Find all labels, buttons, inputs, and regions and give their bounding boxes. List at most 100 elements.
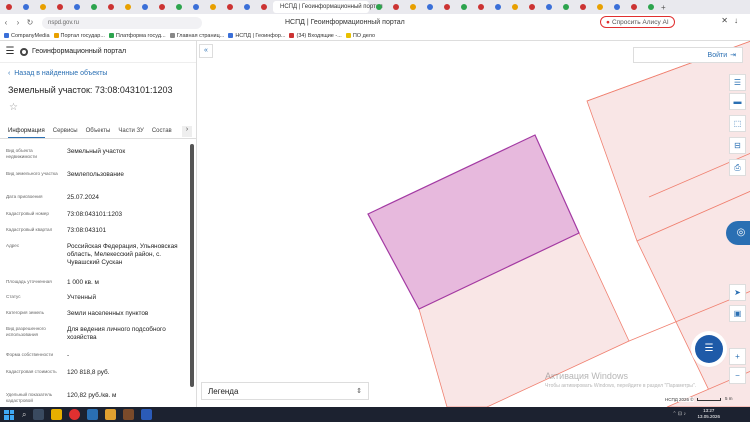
browser-tab[interactable] — [456, 1, 471, 13]
map-layers-button[interactable]: ◎ — [726, 221, 750, 245]
bookmark-icon — [289, 33, 295, 38]
bookmark-item[interactable]: Главная страниц... — [169, 33, 224, 39]
favorite-star-icon[interactable]: ☆ — [9, 102, 18, 113]
bookmark-item[interactable]: Платформа госуд... — [108, 33, 166, 39]
app-icon[interactable] — [123, 409, 135, 420]
tab-info[interactable]: Информация — [8, 125, 45, 138]
browser-tab[interactable] — [188, 1, 203, 13]
browser-tab[interactable] — [371, 1, 386, 13]
taskbar-clock[interactable]: 13:27 13.05.2026 — [697, 408, 720, 420]
map-view[interactable]: « Войти ⇥ ☰ ▬ ⬚ ⊟ ⎙ ◎ ➤ ▣ + − ☰ Активация… — [196, 41, 750, 407]
bookmark-item[interactable]: Портал государ... — [53, 33, 105, 39]
back-to-results-link[interactable]: ‹ Назад в найденные объекты — [8, 70, 107, 77]
browser-tab[interactable] — [524, 1, 539, 13]
browser-tab[interactable] — [35, 1, 50, 13]
browser-tab[interactable] — [609, 1, 624, 13]
browser-tab[interactable] — [592, 1, 607, 13]
measure-icon[interactable]: ⊟ — [729, 137, 746, 154]
url-text: nspd.gov.ru — [48, 19, 79, 26]
tab-composition[interactable]: Состав — [152, 125, 172, 138]
task-view-icon[interactable] — [33, 409, 45, 420]
geolocation-icon[interactable]: ➤ — [729, 284, 746, 301]
browser-tab[interactable] — [171, 1, 186, 13]
file-explorer-icon[interactable] — [51, 409, 63, 420]
tab-services[interactable]: Сервисы — [53, 125, 78, 138]
browser-tab[interactable] — [405, 1, 420, 13]
minimap-icon[interactable]: ▣ — [729, 305, 746, 322]
bookmark-item[interactable]: (34) Входящие -... — [289, 33, 342, 39]
start-icon[interactable] — [4, 409, 14, 420]
zoom-in-icon[interactable]: + — [729, 348, 746, 365]
new-tab-icon[interactable]: + — [661, 3, 666, 12]
panel-scrollbar[interactable] — [190, 144, 194, 387]
word-icon[interactable] — [141, 409, 153, 420]
folder-icon[interactable] — [105, 409, 117, 420]
browser-tab[interactable] — [137, 1, 152, 13]
bookmark-item[interactable]: ПО дело — [345, 33, 375, 39]
attribute-value: 1 000 кв. м — [67, 279, 99, 286]
system-tray[interactable]: ⌃ ⊡ ♪ — [672, 411, 686, 417]
tabs-scroll-right-icon[interactable]: › — [182, 126, 192, 137]
browser-tab-active[interactable]: НСПД | Геоинформационный портал — [273, 1, 383, 13]
browser-tab[interactable] — [222, 1, 237, 13]
select-area-icon[interactable]: ⬚ — [729, 115, 746, 132]
url-field[interactable]: nspd.gov.ru — [42, 16, 202, 29]
forward-arrow-icon[interactable]: › — [12, 18, 24, 27]
browser-tab[interactable] — [18, 1, 33, 13]
yandex-browser-icon[interactable] — [69, 409, 81, 420]
page-title: Земельный участок: 73:08:043101:1203 — [8, 85, 173, 95]
expand-icon: ⇕ — [356, 388, 362, 395]
collapse-panel-icon[interactable]: « — [199, 44, 213, 58]
bookmark-item[interactable]: НСПД | Геоинфор... — [228, 33, 285, 39]
layers-list-icon[interactable]: ☰ — [729, 74, 746, 91]
browser-tab[interactable] — [490, 1, 505, 13]
menu-icon[interactable]: ☰ — [0, 46, 20, 57]
browser-tab[interactable] — [86, 1, 101, 13]
back-arrow-icon[interactable]: ‹ — [0, 18, 12, 27]
object-info-panel: ‹ Назад в найденные объекты Земельный уч… — [0, 63, 196, 407]
browser-tab[interactable] — [558, 1, 573, 13]
alice-button[interactable]: ● Спросить Алису AI — [600, 16, 675, 28]
window-title: НСПД | Геоинформационный портал — [285, 19, 405, 26]
browser-tab[interactable] — [626, 1, 641, 13]
cadastral-map[interactable] — [197, 41, 750, 407]
browser-tab[interactable] — [575, 1, 590, 13]
attribute-label: Кадастровый квартал — [6, 227, 53, 232]
chat-app-icon[interactable] — [87, 409, 99, 420]
browser-tab[interactable] — [256, 1, 271, 13]
legend-dropdown[interactable]: Легенда ⇕ — [201, 382, 369, 400]
reload-icon[interactable]: ↻ — [24, 18, 36, 27]
bookmarks-bar: CompanyMedia Портал государ... Платформа… — [0, 31, 750, 41]
browser-tab[interactable] — [1, 1, 16, 13]
tab-objects[interactable]: Объекты — [86, 125, 111, 138]
browser-tab[interactable] — [439, 1, 454, 13]
browser-tab[interactable] — [541, 1, 556, 13]
browser-tab[interactable] — [154, 1, 169, 13]
tab-parts[interactable]: Части ЗУ — [118, 125, 143, 138]
browser-tab[interactable] — [120, 1, 135, 13]
basemap-icon[interactable]: ▬ — [729, 93, 746, 110]
browser-tab[interactable] — [388, 1, 403, 13]
browser-tab[interactable] — [507, 1, 522, 13]
browser-tab[interactable] — [205, 1, 220, 13]
browser-tab[interactable] — [473, 1, 488, 13]
browser-tab-strip: НСПД | Геоинформационный портал + — [0, 0, 750, 14]
browser-tab[interactable] — [52, 1, 67, 13]
zoom-out-icon[interactable]: − — [729, 367, 746, 384]
chat-assistant-icon[interactable]: ☰ — [695, 335, 723, 363]
download-icon[interactable]: ↓ — [734, 16, 744, 25]
browser-tab[interactable] — [239, 1, 254, 13]
print-icon[interactable]: ⎙ — [729, 159, 746, 176]
browser-tab[interactable] — [422, 1, 437, 13]
attribute-value: Для ведения личного подсобного хозяйства — [67, 326, 166, 341]
browser-tab[interactable] — [69, 1, 84, 13]
browser-tab[interactable] — [103, 1, 118, 13]
bookmark-item[interactable]: CompanyMedia — [4, 33, 50, 39]
search-icon[interactable]: ⌕ — [22, 410, 26, 420]
attribute-label: Категория земель — [6, 310, 44, 315]
extensions-icon[interactable]: ✕ — [721, 16, 734, 25]
attribute-label: Вид объекта недвижимости — [6, 148, 37, 159]
login-button[interactable]: Войти ⇥ — [633, 47, 743, 63]
browser-tab[interactable] — [643, 1, 658, 13]
attribute-value: 73:08:043101:1203 — [67, 211, 123, 218]
